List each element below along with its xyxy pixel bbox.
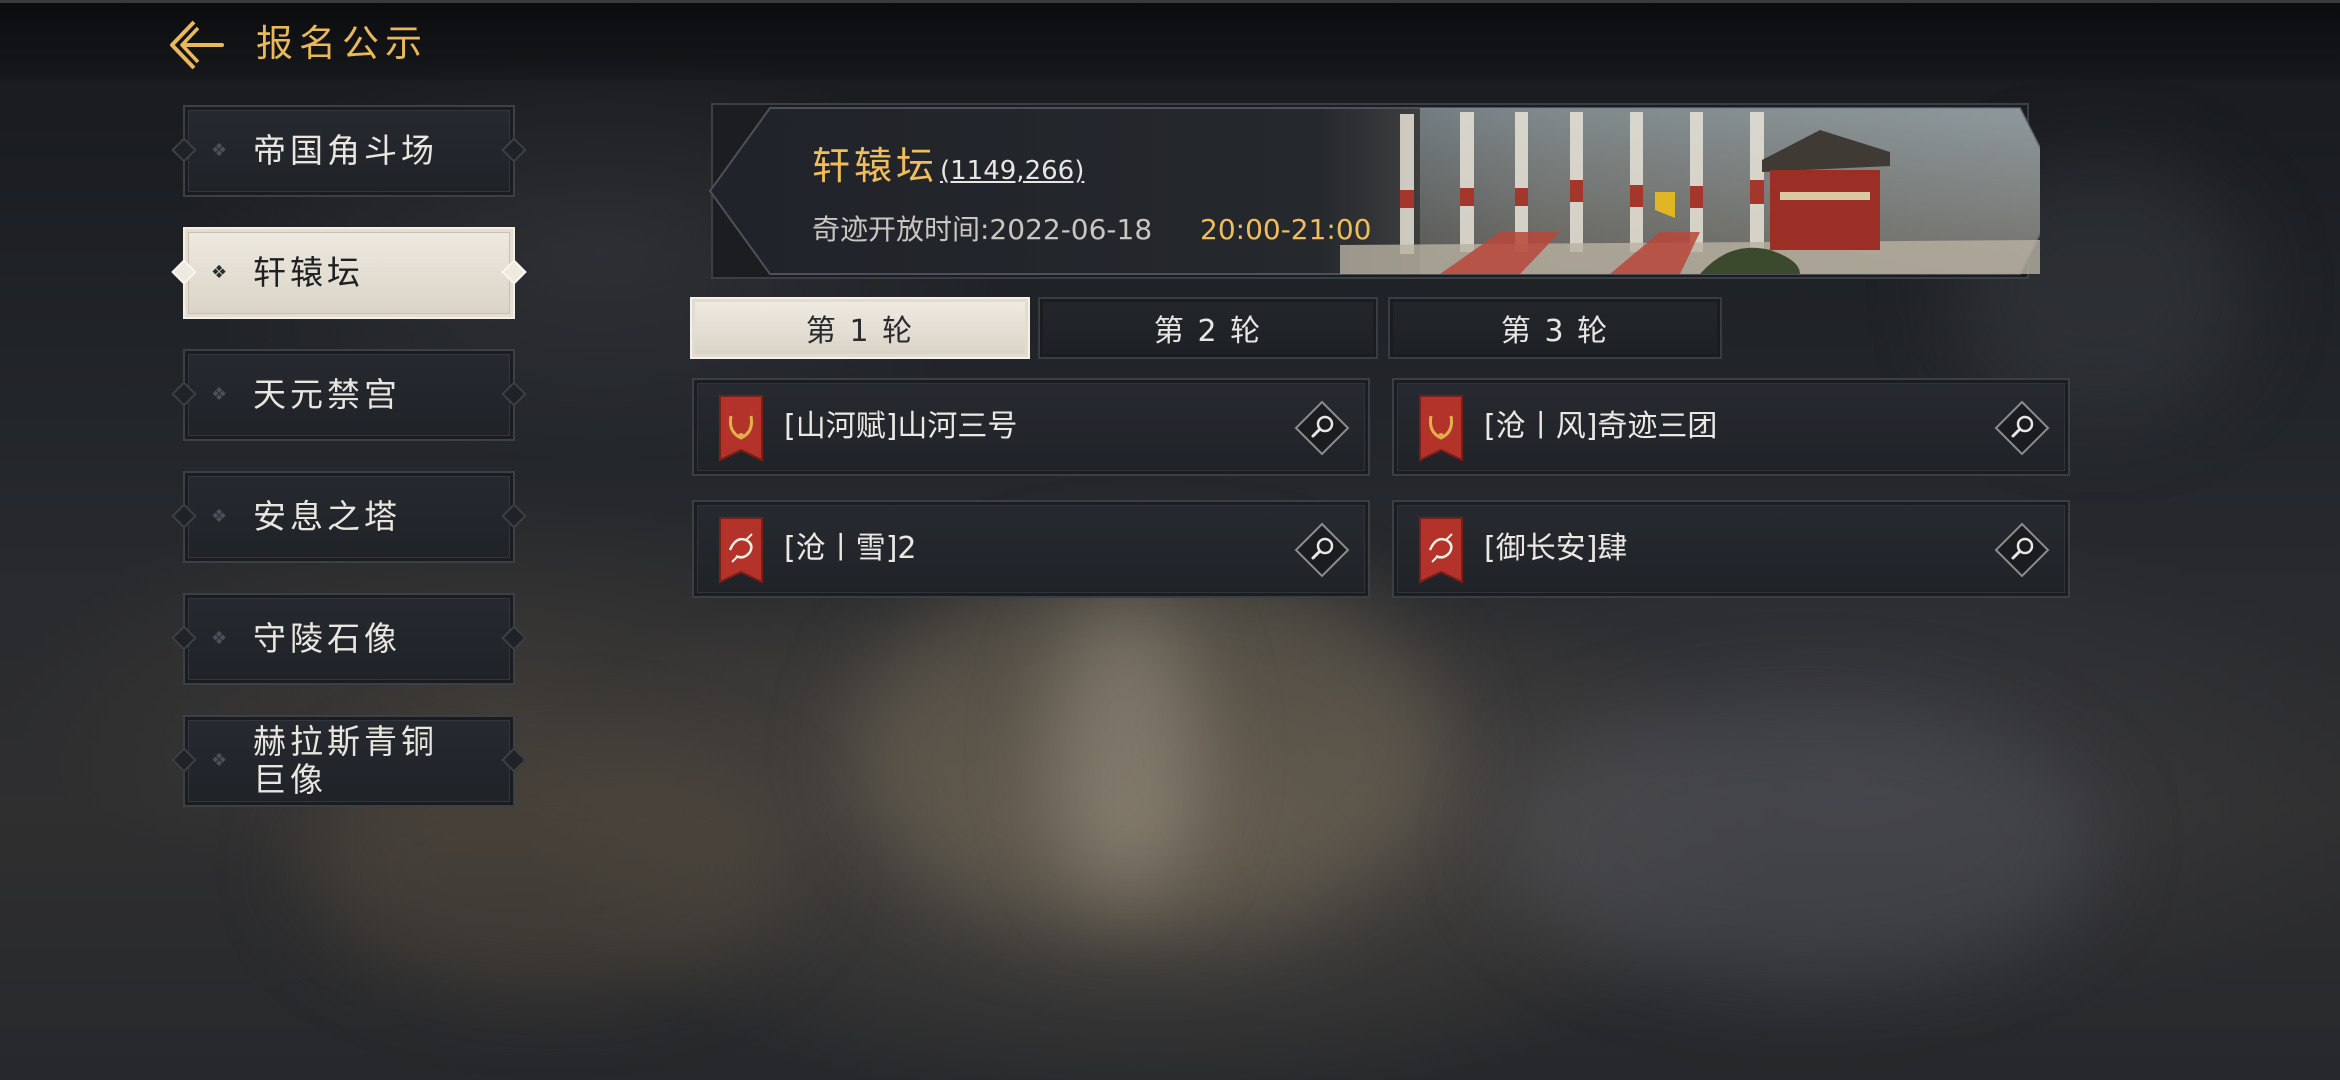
back-button[interactable] — [168, 18, 226, 72]
alliance-name: [山河赋]山河三号 — [784, 409, 1018, 444]
diamond-icon: ❖ — [211, 262, 228, 283]
sidebar-item-bronze-colossus[interactable]: ❖ 赫拉斯青铜 巨像 — [171, 715, 527, 807]
alliance-name: [沧丨雪]2 — [784, 531, 917, 566]
diamond-icon: ❖ — [211, 506, 228, 527]
search-icon[interactable] — [1294, 400, 1350, 456]
dragon-banner-icon — [1419, 517, 1463, 584]
alliance-card[interactable]: [沧丨风]奇迹三团 — [1392, 378, 2070, 476]
coordinates-link[interactable]: (1149,266) — [940, 156, 1084, 186]
sidebar-item-imperial-arena[interactable]: ❖ 帝国角斗场 — [171, 105, 527, 197]
alliance-card[interactable]: [山河赋]山河三号 — [692, 378, 1370, 476]
sidebar-item-xuanyuan-altar[interactable]: ❖ 轩辕坛 — [171, 227, 527, 319]
alliance-card[interactable]: [御长安]肆 — [1392, 500, 2070, 598]
sidebar-item-label: 守陵石像 — [253, 619, 401, 658]
dragon-banner-icon — [719, 517, 763, 584]
alliance-card[interactable]: [沧丨雪]2 — [692, 500, 1370, 598]
tab-label: 第 1 轮 — [805, 314, 915, 349]
sidebar-item-tianyuan-palace[interactable]: ❖ 天元禁宫 — [171, 349, 527, 441]
top-divider — [0, 0, 2340, 3]
sidebar-item-label: 天元禁宫 — [253, 375, 401, 414]
search-icon[interactable] — [1994, 400, 2050, 456]
sidebar-item-rest-tower[interactable]: ❖ 安息之塔 — [171, 471, 527, 563]
tab-label: 第 3 轮 — [1500, 314, 1610, 349]
sidebar-item-label: 赫拉斯青铜 巨像 — [253, 722, 438, 799]
laurel-banner-icon — [1419, 395, 1463, 462]
search-icon[interactable] — [1294, 522, 1350, 578]
banner-title: 轩辕坛 — [812, 144, 939, 188]
sidebar-item-tomb-guardian[interactable]: ❖ 守陵石像 — [171, 593, 527, 685]
sidebar-item-label: 轩辕坛 — [253, 253, 364, 292]
sidebar-item-label: 安息之塔 — [253, 497, 401, 536]
alliance-name: [沧丨风]奇迹三团 — [1484, 409, 1718, 444]
laurel-banner-icon — [719, 395, 763, 462]
back-arrow-icon — [170, 20, 224, 70]
banner-artwork — [708, 103, 2040, 279]
open-time-label: 奇迹开放时间:2022-06-18 — [812, 213, 1153, 246]
tab-round-2[interactable]: 第 2 轮 — [1038, 297, 1378, 359]
diamond-icon: ❖ — [211, 628, 228, 649]
page-title: 报名公示 — [256, 22, 428, 65]
open-time-value: 20:00-21:00 — [1200, 213, 1372, 246]
wonder-banner: 轩辕坛 (1149,266) 奇迹开放时间:2022-06-18 20:00-2… — [700, 100, 2040, 282]
tab-round-1[interactable]: 第 1 轮 — [690, 297, 1030, 359]
sidebar-item-label: 帝国角斗场 — [253, 131, 438, 170]
diamond-icon: ❖ — [211, 384, 228, 405]
alliance-name: [御长安]肆 — [1484, 531, 1628, 566]
tab-label: 第 2 轮 — [1153, 314, 1263, 349]
diamond-icon: ❖ — [211, 140, 228, 161]
diamond-icon: ❖ — [211, 750, 228, 771]
search-icon[interactable] — [1994, 522, 2050, 578]
tab-round-3[interactable]: 第 3 轮 — [1388, 297, 1722, 359]
